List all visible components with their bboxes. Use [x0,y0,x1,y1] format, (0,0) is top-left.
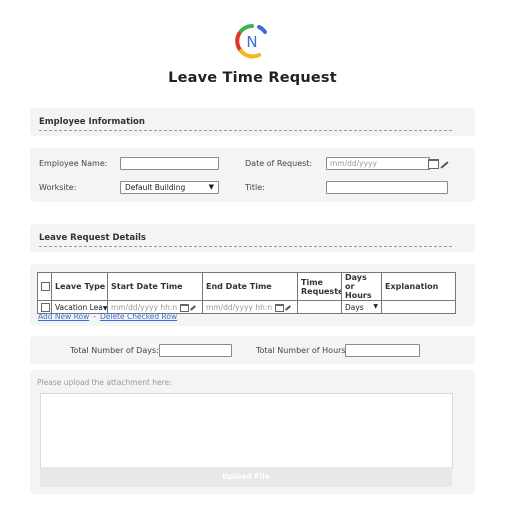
column-header: Explanation [381,272,456,301]
company-logo: N [235,24,267,59]
employee-name-label: Employee Name: [39,159,108,168]
section-title: Leave Request Details [39,233,146,243]
page-title: Leave Time Request [168,70,337,86]
section-title: Employee Information [39,117,145,127]
chevron-down-icon: ▼ [208,183,214,191]
worksite-select[interactable]: Default Building ▼ [120,181,219,194]
total-days-label: Total Number of Days: [70,346,159,355]
upload-label: Please upload the attachment here: [37,378,172,387]
calendar-icon[interactable] [179,303,189,312]
calendar-icon[interactable] [428,159,439,169]
worksite-label: Worksite: [39,183,77,192]
employee-info-header: Employee Information [30,108,475,136]
upload-file-button[interactable]: Upload File [40,467,452,487]
employee-name-input[interactable] [120,157,219,170]
clear-pencil-icon[interactable] [284,304,291,311]
total-hours-input[interactable] [345,344,420,357]
section-divider [39,130,452,131]
calendar-icon[interactable] [274,303,284,312]
chevron-down-icon: ▼ [373,302,378,310]
clear-pencil-icon[interactable] [189,304,196,311]
delete-row-link[interactable]: Delete Checked Row [100,312,177,321]
date-of-request-input[interactable]: mm/dd/yyyy [326,157,430,170]
leave-request-table: Leave Type Start Date Time End Date Time… [37,272,456,314]
days-or-hours-select[interactable]: Days ▼ [341,300,382,314]
end-datetime-input[interactable]: mm/dd/yyyy hh:n [202,300,298,314]
upload-dropzone[interactable] [40,393,453,469]
row-checkbox[interactable] [41,302,50,312]
select-all-checkbox[interactable] [41,282,50,291]
date-of-request-label: Date of Request: [245,159,313,168]
section-divider [39,246,452,247]
leave-details-header: Leave Request Details [30,224,475,252]
column-header: Days or Hours [341,272,382,301]
column-header: End Date Time [202,272,298,301]
title-input[interactable] [326,181,448,194]
row-actions: Add New Row - Delete Checked Row [38,312,177,321]
svg-text:N: N [246,33,257,51]
table-header-row: Leave Type Start Date Time End Date Time… [37,272,456,301]
chevron-down-icon: ▼ [102,304,108,312]
link-separator: - [93,312,96,321]
add-row-link[interactable]: Add New Row [38,312,89,321]
total-days-input[interactable] [159,344,232,357]
column-header: Leave Type [51,272,108,301]
worksite-value: Default Building [125,183,186,192]
explanation-input[interactable] [381,300,456,314]
column-header: Start Date Time [107,272,203,301]
time-requested-input[interactable] [297,300,342,314]
total-hours-label: Total Number of Hours: [256,346,349,355]
title-label: Title: [245,183,265,192]
column-header: Time Requested [297,272,342,301]
select-all-cell[interactable] [37,272,52,301]
